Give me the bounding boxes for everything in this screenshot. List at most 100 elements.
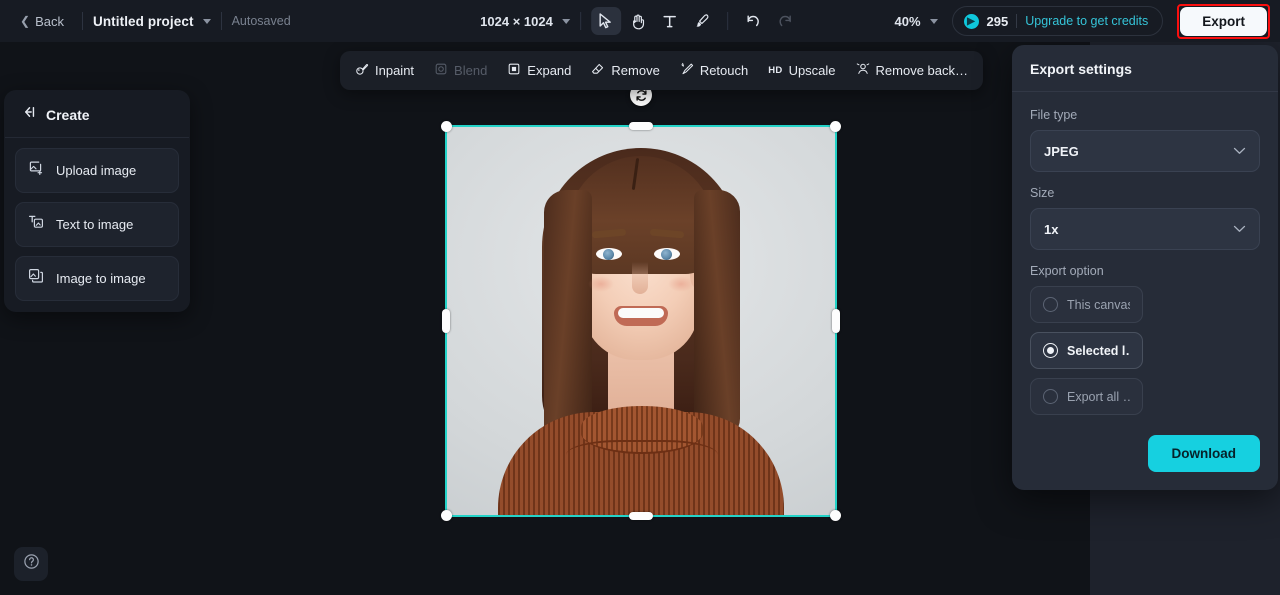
inpaint-button[interactable]: Inpaint [346, 56, 423, 85]
top-bar-right: 40% ▶ 295 Upgrade to get credits Export [895, 3, 1270, 39]
hair-strand-right [694, 190, 740, 440]
text-to-image-button[interactable]: Text to image [15, 202, 179, 247]
teeth [618, 308, 664, 318]
export-option-export-all-label: Export all … [1067, 389, 1130, 404]
divider [579, 12, 581, 30]
mouth [614, 306, 668, 326]
export-option-this-canvas-label: This canvas [1067, 297, 1130, 312]
remove-background-label: Remove back… [875, 63, 969, 78]
help-button[interactable] [14, 547, 48, 581]
select-tool[interactable] [590, 7, 621, 35]
hand-tool[interactable] [623, 7, 653, 35]
cheek-left [588, 276, 614, 292]
upload-image-icon [28, 160, 44, 181]
radio-icon [1043, 297, 1058, 312]
resize-handle-right[interactable] [832, 309, 840, 333]
tool-group [590, 7, 717, 35]
resize-handle-top-left[interactable] [441, 121, 452, 132]
resize-handle-bottom-left[interactable] [441, 510, 452, 521]
retouch-label: Retouch [699, 63, 749, 78]
zoom-chevron-down-icon[interactable] [929, 18, 938, 24]
retouch-icon [680, 62, 694, 79]
resize-handle-bottom[interactable] [629, 512, 653, 520]
collapse-left-icon[interactable] [21, 105, 37, 124]
create-panel-body: Upload image Text to image Image to imag… [5, 138, 189, 311]
export-option-this-canvas[interactable]: This canvas [1030, 286, 1143, 323]
remove-background-button[interactable]: Remove back… [847, 56, 977, 85]
expand-label: Expand [527, 63, 572, 78]
credits-pill[interactable]: ▶ 295 Upgrade to get credits [951, 6, 1164, 36]
create-panel-title: Create [46, 106, 90, 123]
resize-handle-bottom-right[interactable] [830, 510, 841, 521]
nose [632, 262, 648, 294]
export-panel-header: Export settings [1012, 45, 1278, 92]
cheek-right [668, 276, 694, 292]
brush-tool[interactable] [687, 7, 717, 35]
image-to-image-button[interactable]: Image to image [15, 256, 179, 301]
export-option-selected-layer[interactable]: Selected l… [1030, 332, 1143, 369]
export-panel-title: Export settings [1030, 61, 1132, 77]
redo-icon[interactable] [770, 7, 800, 35]
file-type-select[interactable]: JPEG [1030, 130, 1260, 172]
remove-background-icon [856, 62, 870, 79]
blend-icon [434, 62, 448, 79]
hair-strand-left [544, 190, 592, 448]
download-button[interactable]: Download [1147, 435, 1260, 472]
canvas-area[interactable]: Inpaint Blend Expand Remove Retouch HD U… [0, 42, 1280, 595]
export-button[interactable]: Export [1180, 6, 1267, 36]
chevron-down-icon[interactable] [202, 18, 211, 24]
export-settings-panel: Export settings File type JPEG Size 1x E… [1012, 45, 1278, 490]
export-option-export-all[interactable]: Export all … [1030, 378, 1143, 415]
top-bar: ❮ Back Untitled project Autosaved 1024 ×… [0, 0, 1280, 42]
sweater-collar-seam [566, 440, 718, 470]
retouch-button[interactable]: Retouch [671, 56, 757, 85]
remove-button[interactable]: Remove [582, 56, 668, 85]
expand-button[interactable]: Expand [498, 56, 580, 85]
resize-handle-top[interactable] [629, 122, 653, 130]
selected-image-group[interactable] [441, 84, 841, 521]
iris-left [603, 249, 614, 260]
help-circle-icon [23, 553, 40, 575]
blend-button[interactable]: Blend [425, 56, 496, 85]
project-name[interactable]: Untitled project [93, 14, 194, 29]
zoom-control[interactable]: 40% [895, 14, 938, 29]
file-type-label: File type [1030, 108, 1078, 122]
zoom-level-label: 40% [894, 13, 921, 29]
upgrade-link[interactable]: Upgrade to get credits [1025, 14, 1148, 28]
chevron-down-icon [1233, 220, 1246, 238]
hd-icon: HD [768, 65, 783, 76]
export-button-wrapper: Export [1177, 3, 1270, 39]
inpaint-label: Inpaint [375, 63, 415, 78]
back-button[interactable]: ❮ Back [12, 9, 72, 34]
portrait-image[interactable] [446, 126, 836, 516]
blend-label: Blend [454, 63, 488, 78]
top-bar-center: 1024 × 1024 [480, 7, 800, 35]
size-select[interactable]: 1x [1030, 208, 1260, 250]
top-bar-left: ❮ Back Untitled project Autosaved [0, 9, 291, 34]
image-to-image-label: Image to image [56, 271, 146, 286]
radio-dot [1047, 347, 1054, 354]
upload-image-label: Upload image [56, 163, 137, 178]
undo-icon[interactable] [738, 7, 768, 35]
credits-count: 295 [986, 13, 1009, 29]
divider [726, 12, 728, 30]
resize-handle-left[interactable] [442, 309, 450, 333]
radio-icon [1043, 389, 1058, 404]
export-panel-body: File type JPEG Size 1x Export option Thi… [1012, 92, 1278, 490]
size-label: Size [1030, 186, 1055, 200]
divider [1016, 14, 1018, 28]
export-option-label: Export option [1030, 264, 1104, 278]
divider [81, 12, 83, 30]
text-tool[interactable] [655, 7, 685, 35]
canvas-size-label: 1024 × 1024 [480, 13, 553, 29]
upload-image-button[interactable]: Upload image [15, 148, 179, 193]
upscale-button[interactable]: HD Upscale [759, 57, 844, 84]
create-panel-header[interactable]: Create [5, 91, 189, 138]
create-panel: Create Upload image Text to image Image … [4, 90, 190, 312]
canvas-size-chevron-down-icon[interactable] [561, 18, 570, 24]
inpaint-icon [355, 62, 369, 79]
resize-handle-top-right[interactable] [830, 121, 841, 132]
text-to-image-icon [28, 214, 44, 235]
file-type-value: JPEG [1044, 143, 1079, 159]
export-panel-footer: Download [1030, 435, 1260, 472]
